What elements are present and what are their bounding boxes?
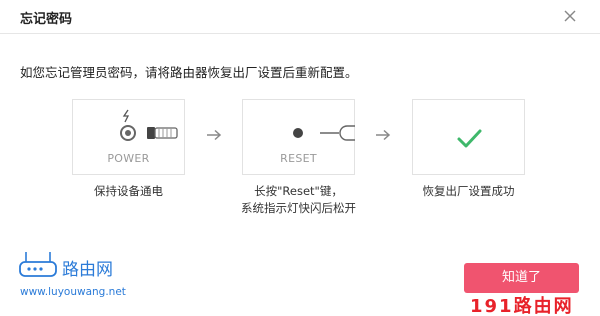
close-icon[interactable] <box>560 6 580 26</box>
step-power-caption: 保持设备通电 <box>72 183 185 200</box>
caption-line: 长按"Reset"键， <box>254 184 343 198</box>
dialog-title: 忘记密码 <box>20 12 73 27</box>
step-power-card: POWER <box>72 99 185 175</box>
caption-line: 保持设备通电 <box>94 184 163 198</box>
power-plug-icon <box>120 109 178 141</box>
step-power-label: POWER <box>107 152 150 165</box>
step-reset-card: RESET <box>242 99 355 175</box>
step-reset-caption: 长按"Reset"键， 系统指示灯快闪后松开 <box>222 183 375 217</box>
arrow-right-icon <box>207 129 222 141</box>
caption-line: 系统指示灯快闪后松开 <box>241 201 356 215</box>
site-badge: 191路由网 <box>470 296 574 316</box>
checkmark-icon <box>457 129 482 148</box>
step-reset-label: RESET <box>280 152 317 165</box>
arrow-right-icon <box>376 129 391 141</box>
confirm-button[interactable]: 知道了 <box>464 263 579 293</box>
step-success-caption: 恢复出厂设置成功 <box>402 183 535 200</box>
site-url: www.luyouwang.net <box>20 286 126 298</box>
logo-text: 路由网 <box>62 260 113 280</box>
step-success-card <box>412 99 525 175</box>
dialog-description: 如您忘记管理员密码，请将路由器恢复出厂设置后重新配置。 <box>20 65 358 80</box>
dialog-header: 忘记密码 <box>0 0 600 34</box>
reset-button-icon <box>293 125 355 141</box>
caption-line: 恢复出厂设置成功 <box>422 184 515 198</box>
forgot-password-dialog: 忘记密码 如您忘记管理员密码，请将路由器恢复出厂设置后重新配置。 POWER R… <box>0 0 600 316</box>
